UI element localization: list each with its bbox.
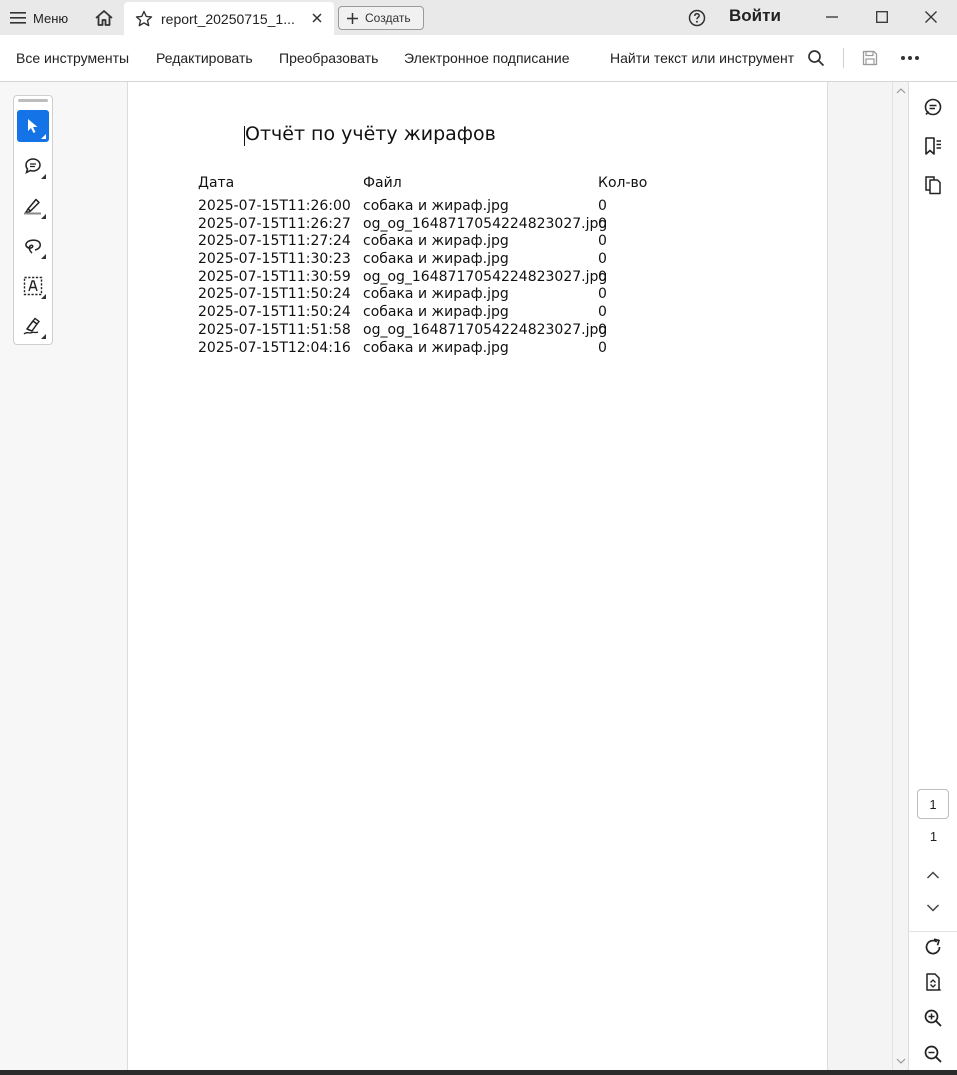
scroll-down-arrow-icon[interactable]: [896, 1056, 906, 1066]
cell-count: 0: [598, 233, 607, 250]
cell-count: 0: [598, 268, 607, 285]
cell-file: собака и жираф.jpg: [363, 233, 509, 250]
cell-count: 0: [598, 304, 607, 321]
more-icon[interactable]: [899, 47, 921, 69]
document-gutter: [828, 82, 892, 1070]
cell-count: 0: [598, 286, 607, 303]
cell-file: собака и жираф.jpg: [363, 286, 509, 303]
comments-panel-icon[interactable]: [922, 96, 944, 118]
cell-count: 0: [598, 321, 607, 338]
home-button[interactable]: [92, 6, 116, 30]
close-tab-button[interactable]: [308, 9, 326, 27]
cell-count: 0: [598, 339, 607, 356]
find-tool-field[interactable]: Найти текст или инструмент: [610, 50, 794, 66]
cell-count: 0: [598, 251, 607, 268]
rotate-icon[interactable]: [922, 936, 944, 958]
hamburger-icon: [10, 12, 26, 24]
column-header-count: Кол-во: [598, 175, 648, 191]
cell-count: 0: [598, 198, 607, 214]
cell-file: собака и жираф.jpg: [363, 339, 509, 356]
chevron-up-icon[interactable]: [922, 864, 944, 886]
cell-date: 2025-07-15T11:50:24: [198, 286, 351, 303]
column-header-date: Дата: [198, 175, 235, 191]
search-icon[interactable]: [805, 47, 827, 69]
create-button[interactable]: Создать: [338, 6, 424, 30]
cell-date: 2025-07-15T11:30:23: [198, 251, 351, 268]
vertical-scrollbar[interactable]: [892, 82, 908, 1070]
pen-sign-icon: [23, 317, 40, 335]
plus-icon: [347, 12, 358, 24]
cell-date: 2025-07-15T11:30:59: [198, 268, 351, 285]
cell-file: собака и жираф.jpg: [363, 251, 509, 268]
cell-date: 2025-07-15T11:51:58: [198, 321, 351, 338]
main-toolbar: Все инструменты Редактировать Преобразов…: [0, 35, 957, 82]
select-tool[interactable]: [17, 110, 49, 142]
zoom-out-icon[interactable]: [922, 1043, 944, 1065]
maximize-icon: [876, 11, 888, 23]
total-pages: 1: [929, 829, 938, 844]
sign-tool[interactable]: [17, 310, 49, 342]
save-icon[interactable]: [859, 47, 881, 69]
cursor-icon: [28, 119, 38, 133]
all-tools-menu[interactable]: Все инструменты: [16, 50, 129, 66]
rail-divider: [909, 931, 957, 932]
rail-drag-handle[interactable]: [18, 99, 48, 102]
window-bottom-edge: [0, 1070, 957, 1075]
cell-date: 2025-07-15T11:27:24: [198, 233, 351, 250]
left-panel: [0, 82, 128, 1070]
title-bar: Меню report_20250715_1... Создать Войти: [0, 0, 957, 35]
document-title: Отчёт по учёту жирафов: [245, 123, 496, 145]
text-select-tool[interactable]: [17, 270, 49, 302]
comment-tool[interactable]: [17, 150, 49, 182]
bookmark-icon[interactable]: [922, 135, 944, 157]
column-header-file: Файл: [363, 175, 402, 191]
esign-menu[interactable]: Электронное подписание: [404, 50, 570, 66]
star-icon[interactable]: [134, 9, 154, 29]
quick-tools-rail: [13, 95, 53, 345]
cell-file: собака и жираф.jpg: [363, 304, 509, 321]
close-icon: [925, 11, 937, 23]
right-rail: 1 1: [908, 82, 957, 1070]
cell-date: 2025-07-15T11:26:00: [198, 198, 351, 214]
close-window-button[interactable]: [918, 5, 944, 29]
page-fit-icon[interactable]: [922, 971, 944, 993]
comment-icon: [25, 158, 41, 174]
scroll-up-arrow-icon[interactable]: [896, 86, 906, 96]
menu-label: Меню: [33, 10, 69, 26]
cell-date: 2025-07-15T11:50:24: [198, 304, 351, 321]
tab-title: report_20250715_1...: [161, 10, 295, 27]
draw-tool[interactable]: [17, 230, 49, 262]
cell-file: собака и жираф.jpg: [363, 198, 509, 214]
help-button[interactable]: [686, 7, 708, 29]
highlighter-icon: [24, 198, 41, 215]
current-page-input[interactable]: 1: [917, 789, 949, 819]
cell-file: og_og_1648717054224823027.jpg: [363, 268, 608, 285]
menu-button[interactable]: Меню: [10, 7, 68, 29]
zoom-in-icon[interactable]: [922, 1007, 944, 1029]
cell-file: og_og_1648717054224823027.jpg: [363, 215, 608, 232]
chevron-down-icon[interactable]: [922, 897, 944, 919]
convert-menu[interactable]: Преобразовать: [279, 50, 378, 66]
close-icon: [312, 13, 322, 23]
edit-menu[interactable]: Редактировать: [156, 50, 253, 66]
create-label: Создать: [365, 11, 411, 25]
maximize-button[interactable]: [869, 5, 895, 29]
minimize-icon: [826, 16, 838, 18]
cell-date: 2025-07-15T12:04:16: [198, 339, 351, 356]
document-tab[interactable]: report_20250715_1...: [124, 2, 334, 35]
toolbar-divider: [843, 48, 844, 68]
pages-icon[interactable]: [922, 174, 944, 196]
minimize-button[interactable]: [819, 5, 845, 29]
text-select-icon: [23, 276, 43, 296]
cell-date: 2025-07-15T11:26:27: [198, 215, 351, 232]
document-page[interactable]: Отчёт по учёту жирафов Дата Файл Кол-во …: [128, 82, 828, 1070]
login-button[interactable]: Войти: [729, 6, 781, 26]
home-icon: [95, 10, 113, 26]
highlight-tool[interactable]: [17, 190, 49, 222]
cell-file: og_og_1648717054224823027.jpg: [363, 321, 608, 338]
lasso-icon: [25, 239, 41, 254]
help-icon: [688, 9, 706, 27]
cell-count: 0: [598, 215, 607, 232]
